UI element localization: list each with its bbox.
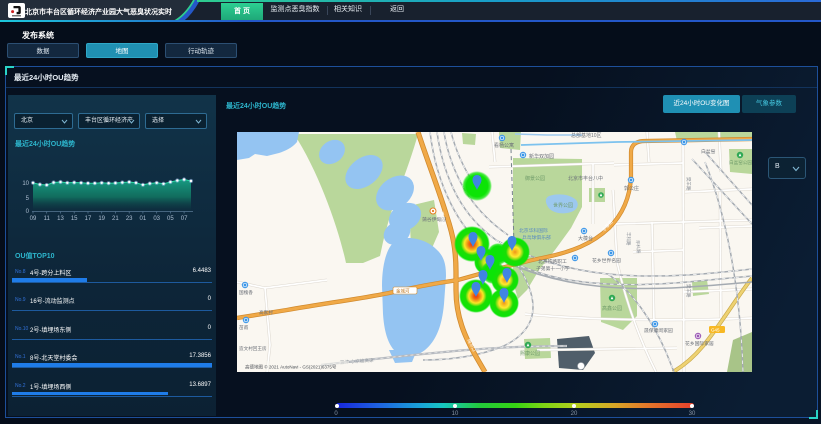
svg-text:09: 09 <box>30 216 37 222</box>
svg-text:17: 17 <box>85 216 92 222</box>
svg-text:23: 23 <box>126 216 133 222</box>
svg-text:高鑫公园: 高鑫公园 <box>602 305 622 312</box>
svg-text:白盆窑: 白盆窑 <box>701 148 716 155</box>
svg-text:金城河: 金城河 <box>396 288 410 295</box>
svg-text:01: 01 <box>140 216 147 222</box>
svg-text:北京市丰台八中: 北京市丰台八中 <box>568 175 603 182</box>
svg-text:子弟第十一小学: 子弟第十一小学 <box>536 265 570 272</box>
svg-text:高家村: 高家村 <box>259 309 273 316</box>
svg-text:高德地图 © 2021 AutoNavi - GS(2021: 高德地图 © 2021 AutoNavi - GS(2021)6375号 <box>245 364 337 371</box>
svg-text:花乡世界名园: 花乡世界名园 <box>592 257 621 264</box>
svg-text:御景公园: 御景公园 <box>525 175 545 182</box>
svg-text:15: 15 <box>71 216 78 222</box>
svg-text:05: 05 <box>167 216 174 222</box>
svg-text:苗甫: 苗甫 <box>239 324 249 331</box>
svg-text:07: 07 <box>181 216 188 222</box>
svg-text:10: 10 <box>22 181 29 187</box>
svg-text:北京华科国际: 北京华科国际 <box>519 227 548 234</box>
svg-text:国槐香: 国槐香 <box>239 289 253 296</box>
svg-text:新华双加园: 新华双加园 <box>529 153 554 160</box>
svg-text:G45: G45 <box>711 328 720 333</box>
svg-text:世界公园: 世界公园 <box>553 202 573 209</box>
svg-text:樊羊路: 樊羊路 <box>685 177 692 191</box>
svg-text:丰科路: 丰科路 <box>625 232 632 246</box>
svg-text:乒乓球俱乐部: 乒乓球俱乐部 <box>522 234 551 241</box>
svg-text:樊羊路: 樊羊路 <box>685 284 692 298</box>
svg-text:总部基地10区: 总部基地10区 <box>571 132 602 139</box>
svg-text:11: 11 <box>44 216 51 222</box>
svg-text:北京铁路职工: 北京铁路职工 <box>538 258 567 265</box>
svg-text:造文村回王房: 造文村回王房 <box>239 345 267 352</box>
svg-text:白盆窑公园: 白盆窑公园 <box>729 159 752 166</box>
svg-text:郭公庄: 郭公庄 <box>624 185 639 192</box>
svg-text:5: 5 <box>26 196 30 202</box>
svg-text:大葆台: 大葆台 <box>578 235 593 242</box>
svg-text:花乡国际家居: 花乡国际家居 <box>685 340 714 347</box>
svg-text:19: 19 <box>98 216 105 222</box>
svg-text:看杨公寓: 看杨公寓 <box>494 142 514 149</box>
svg-text:0: 0 <box>26 209 30 215</box>
svg-text:21: 21 <box>112 216 119 222</box>
svg-text:晟保康闵家园: 晟保康闵家园 <box>644 327 673 334</box>
svg-text:13: 13 <box>57 216 64 222</box>
svg-text:03: 03 <box>153 216 160 222</box>
svg-text:熙康公园: 熙康公园 <box>520 350 540 357</box>
